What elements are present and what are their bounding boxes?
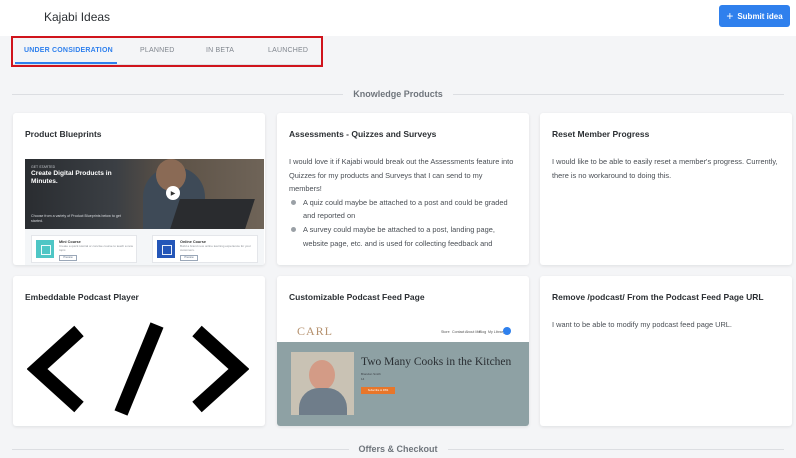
- host-face: [309, 360, 335, 390]
- podcast-meta: Brandon Smith 14: [361, 372, 381, 382]
- hero-eyebrow: GET STARTED: [31, 165, 56, 169]
- card-title: Reset Member Progress: [552, 129, 650, 139]
- section-title: Offers & Checkout: [358, 444, 438, 454]
- section-knowledge-products: Knowledge Products: [12, 87, 785, 101]
- podcast-title: Two Many Cooks in the Kitchen: [361, 356, 512, 368]
- section-divider: [452, 93, 785, 95]
- idea-card-reset-member-progress[interactable]: Reset Member Progress I would like to be…: [540, 113, 792, 265]
- tab-row-divider: [12, 64, 322, 65]
- podcast-episode-count: 14: [361, 377, 365, 381]
- tab-in-beta[interactable]: IN BETA: [206, 47, 234, 54]
- blueprint-tile-online-course: Online Course Build a brand new online l…: [152, 235, 258, 263]
- card-title: Product Blueprints: [25, 129, 102, 139]
- idea-card-embeddable-podcast-player[interactable]: Embeddable Podcast Player: [13, 276, 265, 426]
- blueprints-hero: ▶ GET STARTED Create Digital Products in…: [25, 159, 264, 229]
- play-icon: ▶: [166, 186, 180, 200]
- hero-subtext: Choose from a variety of Product Bluepri…: [31, 214, 121, 223]
- description-text: I would love it if Kajabi would break ou…: [289, 157, 514, 194]
- tab-launched[interactable]: LAUNCHED: [268, 47, 308, 54]
- status-tabs: UNDER CONSIDERATION PLANNED IN BETA LAUN…: [0, 36, 796, 66]
- product-blueprints-image: ▶ GET STARTED Create Digital Products in…: [25, 159, 264, 265]
- card-title: Customizable Podcast Feed Page: [289, 292, 425, 302]
- section-offers-checkout: Offers & Checkout: [12, 442, 785, 456]
- section-divider: [12, 448, 349, 450]
- card-description: I would love it if Kajabi would break ou…: [289, 155, 517, 250]
- podcast-nav-link: Contact: [452, 330, 465, 334]
- podcast-feed-image: CARL Store Contact About Me Blog My Libr…: [277, 322, 529, 426]
- list-item: A quiz could maybe be attached to a post…: [289, 196, 517, 223]
- mini-course-icon: [36, 240, 54, 258]
- podcast-nav-link: Store: [441, 330, 450, 334]
- host-body: [299, 388, 347, 415]
- podcast-subscribe-button: Subscribe to RSS: [361, 387, 395, 394]
- online-course-icon: [157, 240, 175, 258]
- idea-card-customizable-podcast-feed-page[interactable]: Customizable Podcast Feed Page CARL Stor…: [277, 276, 529, 426]
- tile-preview-button: Preview: [59, 255, 77, 261]
- section-divider: [447, 448, 785, 450]
- hero-headline: Create Digital Products in Minutes.: [31, 170, 112, 185]
- submit-idea-button[interactable]: + Submit idea: [719, 5, 790, 27]
- blueprint-tile-mini-course: Mini Course Create a quick tutorial or c…: [31, 235, 137, 263]
- card-title: Embeddable Podcast Player: [25, 292, 139, 302]
- podcast-brand-logo: CARL: [297, 324, 334, 338]
- tab-under-consideration[interactable]: UNDER CONSIDERATION: [24, 47, 113, 54]
- card-description: I would like to be able to easily reset …: [552, 157, 778, 180]
- idea-card-product-blueprints[interactable]: Product Blueprints ▶ GET STARTED Create …: [13, 113, 265, 265]
- podcast-nav-link: Blog: [479, 330, 487, 334]
- laptop-shape: [170, 199, 255, 229]
- idea-card-remove-podcast-url[interactable]: Remove /podcast/ From the Podcast Feed P…: [540, 276, 792, 426]
- section-divider: [12, 93, 344, 95]
- app-title: Kajabi Ideas: [44, 10, 111, 24]
- podcast-host-photo: [291, 352, 354, 415]
- code-brackets-icon: [27, 322, 249, 416]
- tile-text: Create a quick tutorial or concise cours…: [59, 244, 133, 252]
- tab-planned[interactable]: PLANNED: [140, 47, 174, 54]
- section-title: Knowledge Products: [353, 89, 443, 99]
- submit-idea-label: Submit idea: [737, 11, 783, 21]
- card-description: I want to be able to modify my podcast f…: [552, 320, 732, 329]
- card-title: Remove /podcast/ From the Podcast Feed P…: [552, 292, 764, 302]
- text-fade: [277, 247, 529, 265]
- header-bar: Kajabi Ideas + Submit idea: [0, 0, 796, 36]
- plus-icon: +: [726, 9, 734, 23]
- podcast-nav-avatar: [503, 327, 511, 335]
- idea-card-assessments[interactable]: Assessments - Quizzes and Surveys I woul…: [277, 113, 529, 265]
- tile-preview-button: Preview: [180, 255, 198, 261]
- card-title: Assessments - Quizzes and Surveys: [289, 129, 437, 139]
- tile-text: Build a brand new online learning experi…: [180, 244, 251, 252]
- description-list: A quiz could maybe be attached to a post…: [289, 196, 517, 250]
